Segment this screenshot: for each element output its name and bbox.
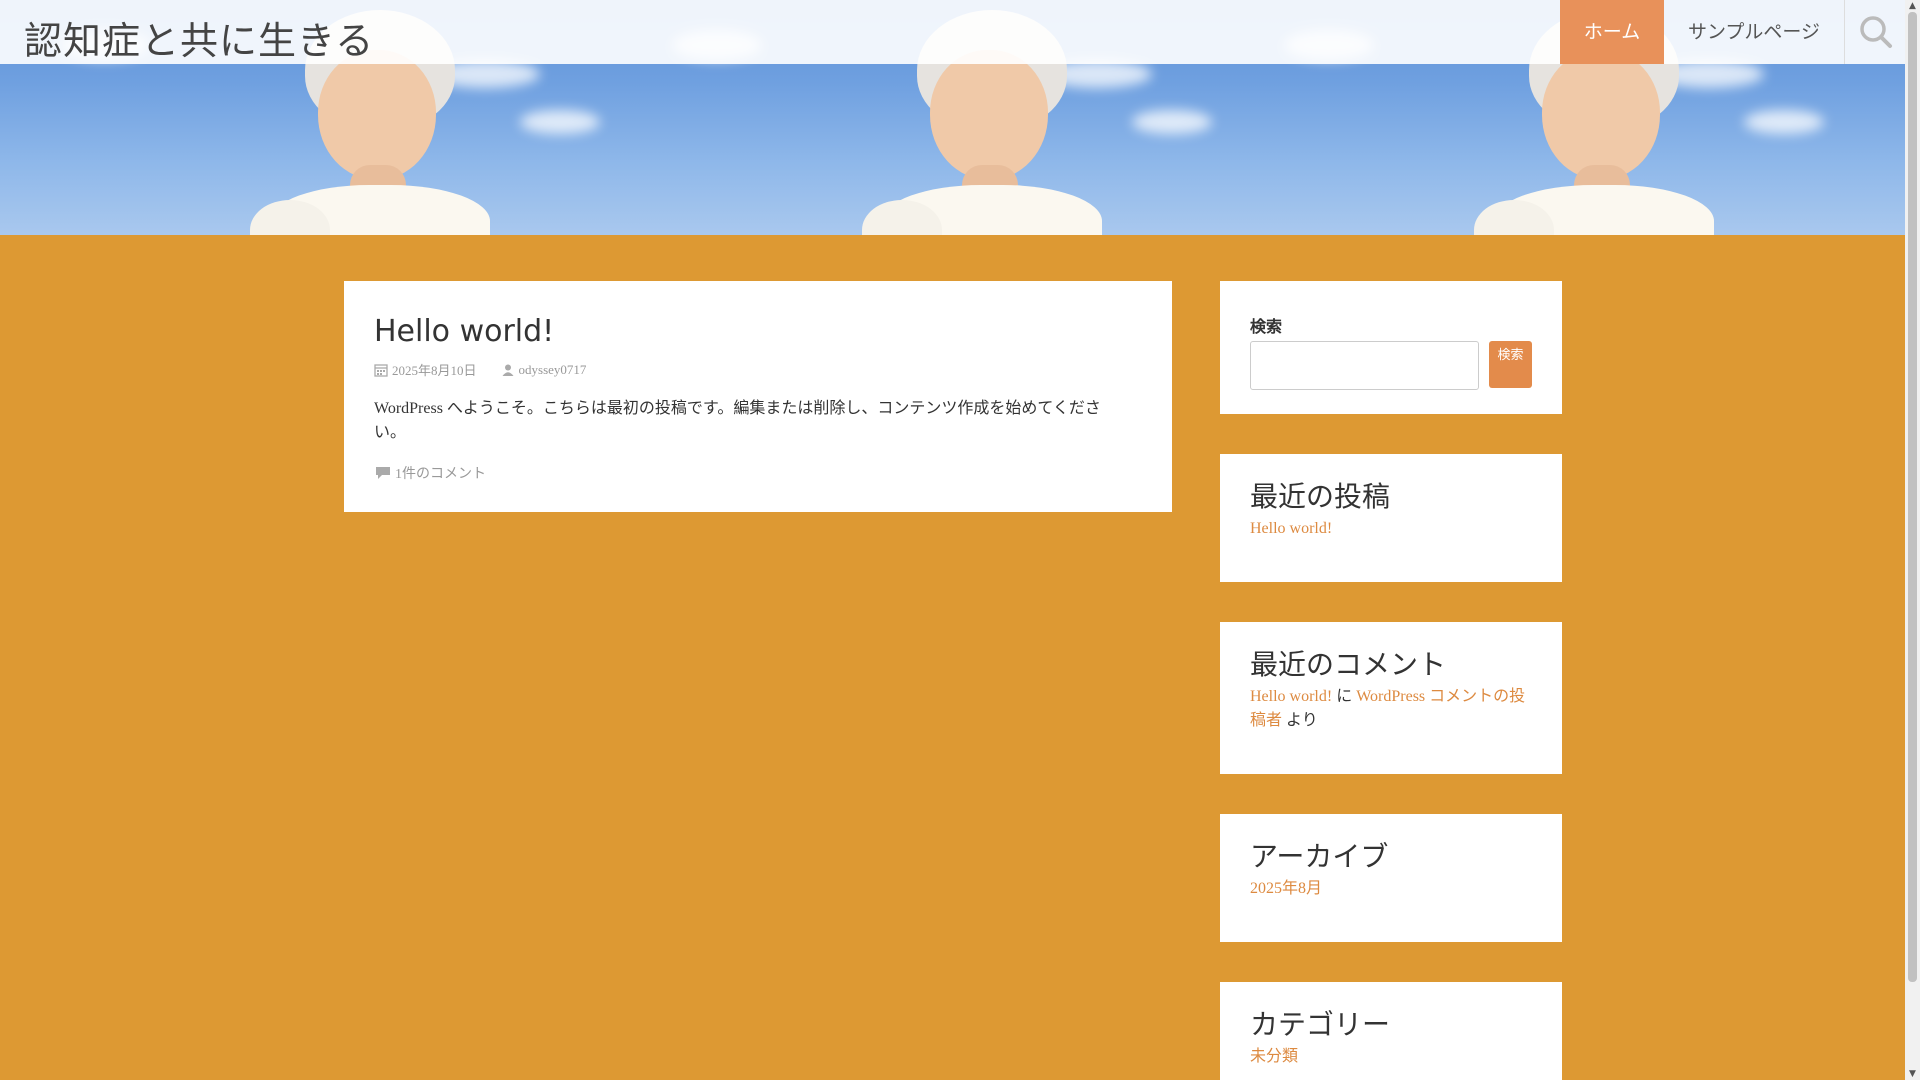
- archives-widget: アーカイブ 2025年8月: [1220, 814, 1562, 942]
- recent-posts-widget: 最近の投稿 Hello world!: [1220, 454, 1562, 582]
- post-author[interactable]: odyssey0717: [519, 362, 587, 378]
- search-input[interactable]: [1250, 341, 1479, 390]
- post-article: Hello world! 2025年8月10日 odyssey0717 Word…: [344, 281, 1172, 512]
- comment-suffix: より: [1286, 711, 1318, 729]
- scroll-down-icon[interactable]: ▼: [1905, 1068, 1920, 1080]
- calendar-icon: [374, 363, 388, 377]
- archive-link[interactable]: 2025年8月: [1250, 880, 1322, 897]
- nav-item-sample-page[interactable]: サンプルページ: [1664, 0, 1844, 64]
- comment-post-link[interactable]: Hello world!: [1250, 688, 1332, 705]
- nav-item-home[interactable]: ホーム: [1560, 0, 1664, 64]
- search-icon: [1860, 16, 1892, 48]
- post-title[interactable]: Hello world!: [374, 315, 1142, 348]
- comment-connector: に: [1336, 687, 1353, 705]
- site-title[interactable]: 認知症と共に生きる: [24, 10, 374, 65]
- recent-comment-item: Hello world! に WordPress コメントの投稿者 より: [1250, 685, 1532, 733]
- categories-widget: カテゴリー 未分類: [1220, 982, 1562, 1080]
- scroll-up-icon[interactable]: ▲: [1905, 0, 1920, 12]
- post-meta: 2025年8月10日 odyssey0717: [374, 360, 1142, 379]
- search-widget: 検索 検索: [1220, 281, 1562, 414]
- recent-posts-title: 最近の投稿: [1250, 480, 1391, 513]
- nav-search-button[interactable]: [1844, 0, 1905, 64]
- search-label: 検索: [1250, 317, 1283, 336]
- post-comments-link[interactable]: 1件のコメント: [374, 463, 1142, 483]
- archives-title: アーカイブ: [1250, 840, 1389, 873]
- user-icon: [502, 364, 514, 376]
- recent-comments-widget: 最近のコメント Hello world! に WordPress コメントの投稿…: [1220, 622, 1562, 774]
- search-button[interactable]: 検索: [1489, 341, 1532, 388]
- post-excerpt: WordPress へようこそ。こちらは最初の投稿です。編集または削除し、コンテ…: [374, 400, 1101, 441]
- post-date[interactable]: 2025年8月10日: [392, 360, 477, 379]
- top-nav-bar: 認知症と共に生きる ホーム サンプルページ: [0, 0, 1905, 64]
- categories-title: カテゴリー: [1250, 1008, 1391, 1041]
- comment-icon: [376, 467, 390, 479]
- category-link[interactable]: 未分類: [1250, 1048, 1298, 1065]
- recent-comments-title: 最近のコメント: [1250, 648, 1447, 681]
- comments-count[interactable]: 1件のコメント: [395, 463, 486, 483]
- recent-post-link[interactable]: Hello world!: [1250, 520, 1332, 537]
- scrollbar-thumb[interactable]: [1908, 12, 1917, 982]
